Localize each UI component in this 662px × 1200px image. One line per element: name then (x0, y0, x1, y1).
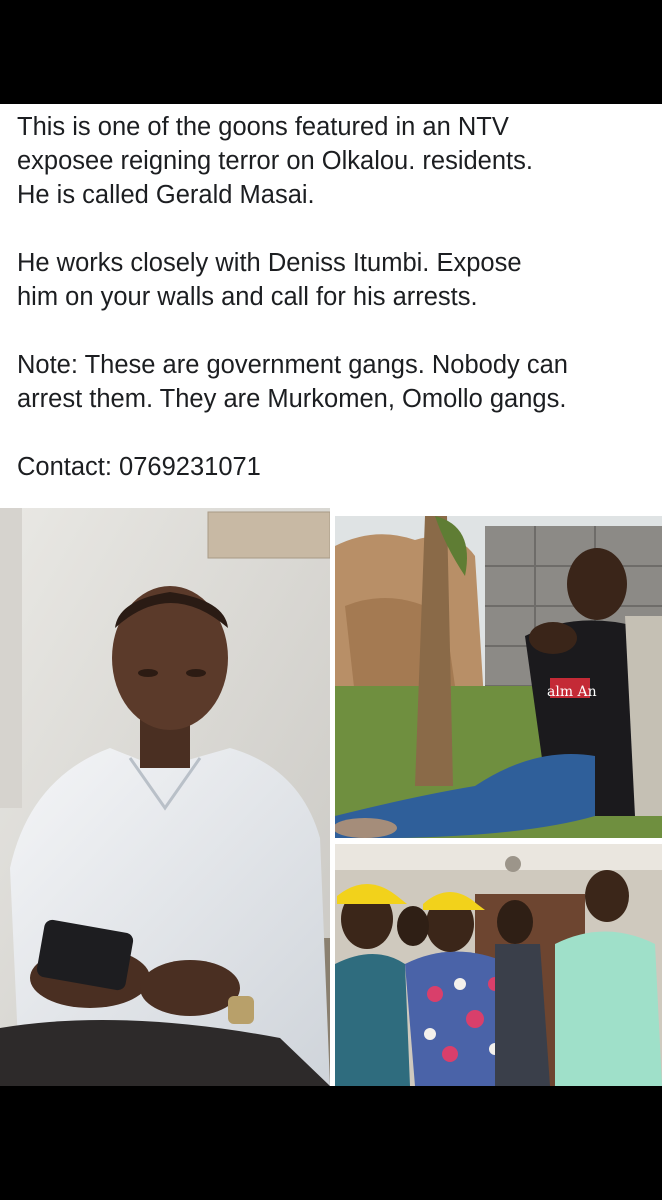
contact-line: Contact: 0769231071 (17, 453, 261, 481)
post-line: Note: These are government gangs. Nobody… (17, 351, 568, 379)
bottom-black-bar (0, 1086, 662, 1200)
post-line: arrest them. They are Murkomen, Omollo g… (17, 385, 567, 413)
post-line: him on your walls and call for his arres… (17, 283, 478, 311)
post-card: This is one of the goons featured in an … (0, 104, 662, 1086)
post-line: exposee reigning terror on Olkalou. resi… (17, 147, 533, 175)
post-line: He is called Gerald Masai. (17, 181, 315, 209)
shirt-text: alm An (547, 684, 597, 700)
post-line: This is one of the goons featured in an … (17, 113, 509, 141)
top-black-bar (0, 0, 662, 104)
top-right-photo[interactable]: alm An (335, 516, 662, 838)
post-line: He works closely with Deniss Itumbi. Exp… (17, 249, 522, 277)
bottom-right-photo[interactable] (335, 844, 662, 1086)
post-text: This is one of the goons featured in an … (17, 110, 657, 484)
main-photo[interactable] (0, 508, 330, 1086)
